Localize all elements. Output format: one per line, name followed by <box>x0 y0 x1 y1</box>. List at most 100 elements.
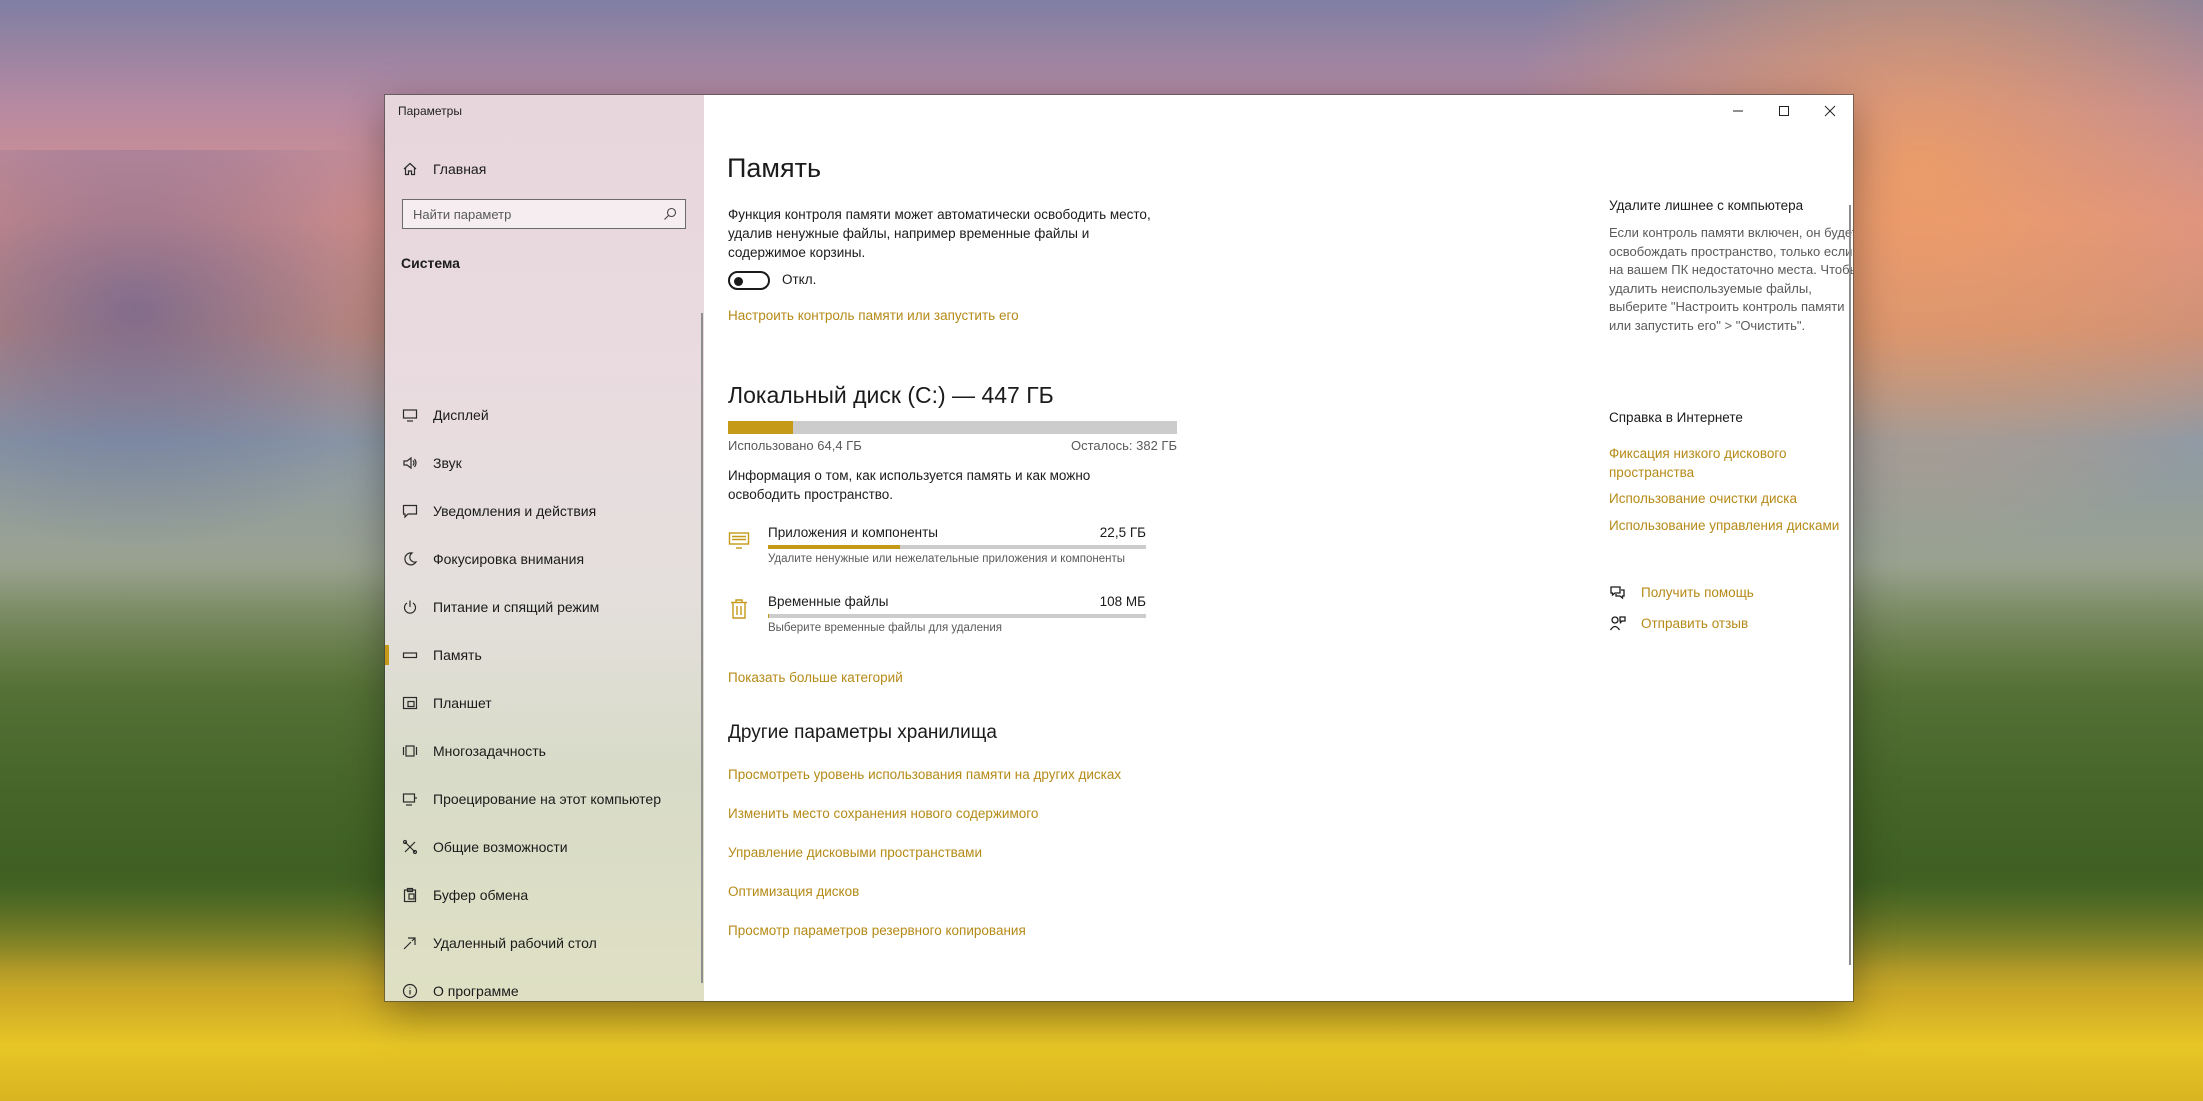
cleanup-title: Удалите лишнее с компьютера <box>1609 198 1804 213</box>
disk-free-label: Осталось: 382 ГБ <box>1071 438 1177 453</box>
clipboard-icon <box>401 886 419 904</box>
notification-icon <box>401 502 419 520</box>
sidebar-item-label: Удаленный рабочий стол <box>433 935 597 951</box>
power-icon <box>401 598 419 616</box>
window-controls <box>1715 95 1853 127</box>
close-icon <box>1824 105 1836 117</box>
toggle-knob <box>734 276 743 286</box>
apps-icon <box>728 529 750 551</box>
maximize-button[interactable] <box>1761 95 1807 127</box>
sidebar-item-label: Общие возможности <box>433 839 568 855</box>
other-disks-usage-link[interactable]: Просмотреть уровень использования памяти… <box>728 767 1121 782</box>
sidebar-item-label: Память <box>433 647 482 663</box>
sidebar-item-label: Питание и спящий режим <box>433 599 600 615</box>
storage-spaces-link[interactable]: Управление дисковыми пространствами <box>728 845 982 860</box>
sidebar-item-about[interactable]: О программе <box>385 971 704 1001</box>
sidebar-item-label: Уведомления и действия <box>433 503 597 519</box>
sidebar-item-home[interactable]: Главная <box>385 149 704 189</box>
window-title: Параметры <box>398 104 462 118</box>
feedback-label: Отправить отзыв <box>1641 616 1749 631</box>
sidebar-item-label: Многозадачность <box>433 743 546 759</box>
category-name: Временные файлы <box>768 594 889 609</box>
sidebar-scrollbar[interactable] <box>701 313 703 983</box>
page-title: Память <box>727 153 822 183</box>
category-temp-files[interactable]: Временные файлы 108 МБ Выберите временны… <box>728 594 1168 644</box>
minimize-button[interactable] <box>1715 95 1761 127</box>
sidebar-item-label: Проецирование на этот компьютер <box>433 791 661 807</box>
sidebar-item-label: Планшет <box>433 695 492 711</box>
category-usage-bar <box>768 614 1146 618</box>
category-name: Приложения и компоненты <box>768 525 938 540</box>
projecting-icon <box>401 790 419 808</box>
sidebar-item-display[interactable]: Дисплей <box>385 395 704 435</box>
sidebar-item-label: Фокусировка внимания <box>433 551 585 567</box>
category-size: 22,5 ГБ <box>1099 525 1146 540</box>
sidebar-item-remote-desktop[interactable]: Удаленный рабочий стол <box>385 923 704 963</box>
display-icon <box>401 406 419 424</box>
show-more-categories-link[interactable]: Показать больше категорий <box>728 670 903 685</box>
search-icon <box>664 207 677 220</box>
sidebar-item-multitasking[interactable]: Многозадачность <box>385 731 704 771</box>
category-usage-bar <box>768 545 1146 549</box>
sidebar-item-shared[interactable]: Общие возможности <box>385 827 704 867</box>
configure-storage-sense-link[interactable]: Настроить контроль памяти или запустить … <box>728 308 1019 323</box>
storage-icon <box>401 646 419 664</box>
disk-usage-bar <box>728 421 1177 434</box>
sidebar-item-label: Главная <box>433 161 487 177</box>
category-size: 108 МБ <box>1099 594 1146 609</box>
sidebar: Параметры Главная Система Дисплей Звук У… <box>385 95 704 1001</box>
sidebar-item-sound[interactable]: Звук <box>385 443 704 483</box>
sidebar-item-label: Буфер обмена <box>433 887 529 903</box>
change-save-location-link[interactable]: Изменить место сохранения нового содержи… <box>728 806 1038 821</box>
sidebar-item-projecting[interactable]: Проецирование на этот компьютер <box>385 779 704 819</box>
help-link-disk-cleanup[interactable]: Использование очистки диска <box>1609 490 1853 509</box>
category-usage-fill <box>768 545 901 549</box>
speaker-icon <box>401 454 419 472</box>
sidebar-item-clipboard[interactable]: Буфер обмена <box>385 875 704 915</box>
home-icon <box>401 160 419 178</box>
close-button[interactable] <box>1807 95 1853 127</box>
search-input[interactable] <box>403 205 663 223</box>
category-description: Выберите временные файлы для удаления <box>768 622 1002 634</box>
get-help-label: Получить помощь <box>1641 585 1754 600</box>
remote-desktop-icon <box>401 934 419 952</box>
moon-icon <box>401 550 419 568</box>
shared-experiences-icon <box>401 838 419 856</box>
other-settings-title: Другие параметры хранилища <box>728 722 997 743</box>
sidebar-item-tablet[interactable]: Планшет <box>385 683 704 723</box>
feedback-icon <box>1609 616 1626 631</box>
storage-sense-toggle[interactable] <box>728 271 770 290</box>
category-apps[interactable]: Приложения и компоненты 22,5 ГБ Удалите … <box>728 525 1168 575</box>
sidebar-item-label: Звук <box>433 455 462 471</box>
get-help-link[interactable]: Получить помощь <box>1609 584 1754 601</box>
content-scrollbar[interactable] <box>1849 205 1851 965</box>
multitasking-icon <box>401 742 419 760</box>
main-content: Память Функция контроля памяти может авт… <box>704 95 1853 1001</box>
sidebar-item-focus[interactable]: Фокусировка внимания <box>385 539 704 579</box>
disk-title: Локальный диск (C:) — 447 ГБ <box>728 382 1054 408</box>
disk-usage-fill <box>728 421 793 434</box>
wallpaper-field <box>0 990 2203 1101</box>
section-title: Система <box>401 255 460 271</box>
sidebar-item-storage[interactable]: Память <box>385 635 704 675</box>
toggle-state-label: Откл. <box>782 272 817 287</box>
minimize-icon <box>1733 110 1743 112</box>
disk-info-text: Информация о том, как используется памят… <box>728 468 1091 502</box>
disk-used-label: Использовано 64,4 ГБ <box>728 438 862 453</box>
trash-icon <box>728 598 750 620</box>
help-link-disk-management[interactable]: Использование управления дисками <box>1609 517 1853 536</box>
help-title: Справка в Интернете <box>1609 410 1743 425</box>
feedback-link[interactable]: Отправить отзыв <box>1609 615 1748 632</box>
search-box[interactable] <box>402 199 686 229</box>
category-description: Удалите ненужные или нежелательные прило… <box>768 553 1126 565</box>
info-icon <box>401 982 419 1000</box>
help-link-low-disk[interactable]: Фиксация низкого дискового пространства <box>1609 445 1853 482</box>
backup-options-link[interactable]: Просмотр параметров резервного копирован… <box>728 923 1026 938</box>
sidebar-item-notifications[interactable]: Уведомления и действия <box>385 491 704 531</box>
wallpaper-cloud-shade <box>0 150 450 550</box>
settings-window: Параметры Главная Система Дисплей Звук У… <box>385 95 1853 1001</box>
get-help-icon <box>1610 586 1625 600</box>
tablet-icon <box>401 694 419 712</box>
sidebar-item-power[interactable]: Питание и спящий режим <box>385 587 704 627</box>
optimize-drives-link[interactable]: Оптимизация дисков <box>728 884 859 899</box>
